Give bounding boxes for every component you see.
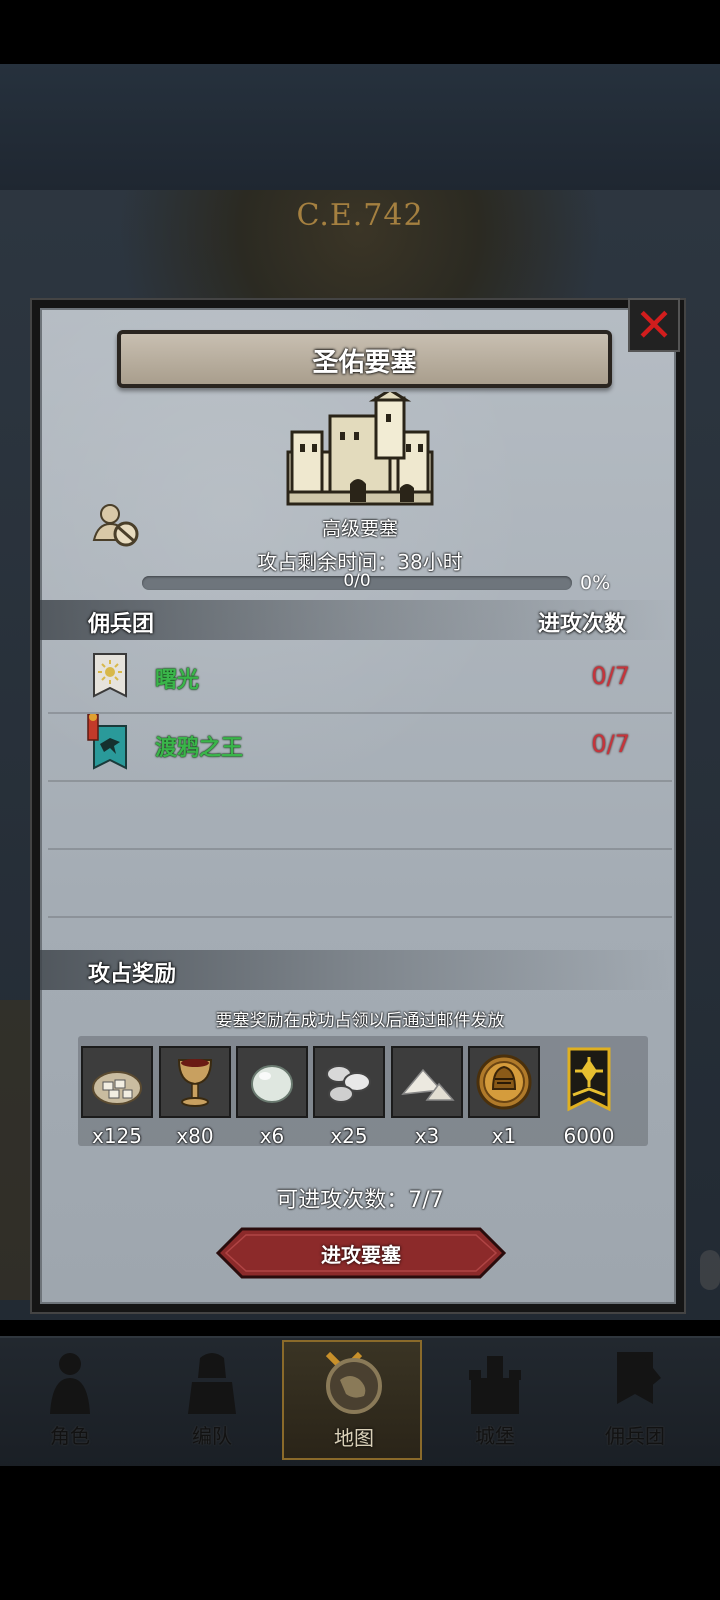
- available-attacks: 可进攻次数：7/7: [276, 1188, 444, 1213]
- mercenary-name: 渡鸦之王: [155, 736, 244, 761]
- map-icon: [326, 1358, 382, 1414]
- mercenary-icon: [617, 1352, 661, 1404]
- pearl-icon: [251, 1065, 293, 1103]
- map-edge-decoration: [0, 1000, 30, 1300]
- goblet-icon: [177, 1059, 213, 1107]
- attack-count-header: 进攻次数: [538, 612, 627, 637]
- status-bar: [0, 0, 720, 64]
- formation-icon: [188, 1353, 236, 1414]
- era-label: C.E.742: [296, 198, 424, 233]
- reward-quantity: x80: [176, 1124, 214, 1148]
- nav-tab-formation[interactable]: 编队: [142, 1340, 282, 1460]
- reward-quantity: x125: [91, 1124, 142, 1148]
- sun-banner-icon: [93, 653, 127, 698]
- close-button[interactable]: ✕: [628, 298, 680, 352]
- mercenary-attack-count: 0/7: [591, 662, 630, 690]
- mercenary-name: 曙光: [155, 668, 200, 693]
- top-bar-background: [0, 64, 720, 190]
- system-nav-area: [0, 1466, 720, 1600]
- reward-quantity: x1: [491, 1124, 517, 1148]
- nav-tab-map[interactable]: 地图: [282, 1340, 422, 1460]
- mercenary-attack-count: 0/7: [591, 730, 630, 758]
- rewards-note: 要塞奖励在成功占领以后通过邮件发放: [215, 1011, 505, 1031]
- nav-tab-character[interactable]: 角色: [0, 1340, 140, 1460]
- dialog-title: 圣佑要塞: [312, 348, 417, 378]
- reward-item[interactable]: x3: [391, 1046, 463, 1148]
- mercenary-row[interactable]: 曙光 0/7: [48, 644, 672, 714]
- cloth-sack-icon: [92, 1071, 142, 1105]
- progress-percent: 0%: [580, 572, 611, 594]
- fortress-castle-icon: [286, 392, 434, 506]
- nav-tab-mercenary[interactable]: 佣兵团: [565, 1340, 705, 1460]
- empty-mercenary-slot: [48, 916, 672, 946]
- map-scroll-handle[interactable]: [700, 1250, 720, 1290]
- reward-item[interactable]: x125: [81, 1046, 153, 1148]
- empty-mercenary-slot: [48, 780, 672, 850]
- close-icon: ✕: [634, 298, 674, 352]
- reward-quantity: 6000: [563, 1124, 615, 1148]
- attack-fortress-button[interactable]: 进攻要塞: [216, 1227, 506, 1279]
- progress-count: 0/0: [343, 571, 371, 591]
- reward-item[interactable]: x1: [468, 1046, 540, 1148]
- title-plate: 圣佑要塞: [117, 330, 612, 388]
- raven-banner-icon: [87, 714, 127, 770]
- mercenary-header: 佣兵团: [88, 612, 155, 637]
- golden-helmet-icon: [476, 1054, 532, 1110]
- reward-item[interactable]: x80: [159, 1046, 231, 1148]
- fortress-type: 高级要塞: [321, 518, 398, 540]
- character-icon: [50, 1353, 90, 1414]
- nav-tab-castle[interactable]: 城堡: [425, 1340, 565, 1460]
- guild-banner-icon: [567, 1047, 611, 1112]
- empty-mercenary-slot: [48, 848, 672, 918]
- silver-ore-icon: [326, 1065, 371, 1103]
- mercenary-row[interactable]: 渡鸦之王 0/7: [48, 712, 672, 782]
- reward-item[interactable]: x25: [313, 1046, 385, 1148]
- reward-quantity: x3: [414, 1124, 440, 1148]
- reward-item[interactable]: 6000: [544, 1046, 634, 1148]
- reward-quantity: x6: [259, 1124, 285, 1148]
- rewards-header: 攻占奖励: [88, 962, 177, 987]
- castle-icon: [469, 1356, 521, 1414]
- reward-item[interactable]: x6: [236, 1046, 308, 1148]
- reward-quantity: x25: [330, 1124, 368, 1148]
- salt-pile-icon: [401, 1068, 455, 1101]
